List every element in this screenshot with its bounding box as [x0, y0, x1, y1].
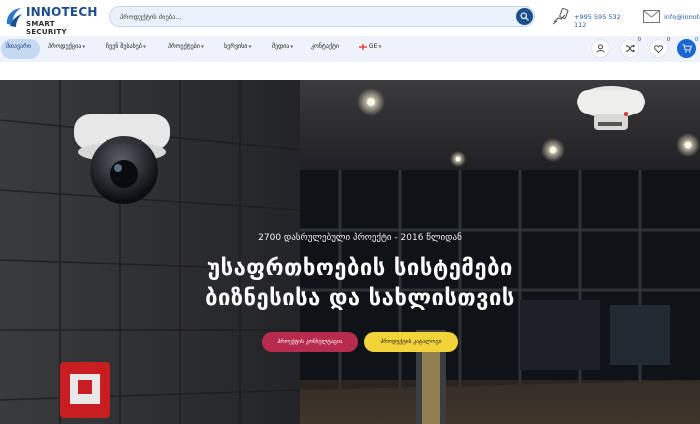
nav-item-media[interactable]: მედია▼: [272, 43, 293, 50]
consultation-button[interactable]: პროექტის კონსულტაცია: [262, 332, 358, 352]
phone-number[interactable]: +995 595 532 112: [574, 13, 632, 29]
main-nav: მთავარი პროდუქცია▼ ჩვენ შესახებ▼ პროექტე…: [0, 36, 700, 62]
logo[interactable]: INNOTECH SMART SECURITY: [4, 3, 98, 36]
search-button[interactable]: [516, 8, 533, 25]
nav-item-label: პროექტები: [168, 43, 200, 50]
nav-item-label: ჩვენ შესახებ: [106, 43, 142, 50]
heart-icon: [654, 44, 663, 53]
hero-subtitle: 2700 დასრულებული პროექტი - 2016 წლიდან: [258, 233, 462, 243]
logo-name: INNOTECH: [26, 5, 98, 19]
nav-item-label: პროდუქცია: [48, 43, 82, 50]
catalog-button[interactable]: პროდუქტის კატალოგი: [364, 332, 458, 352]
hero-banner: HIKVISION 2700 დასრულებული პროექტი - 201…: [0, 80, 700, 424]
hero-title-line1: უსაფრთხოების სისტემები: [207, 256, 513, 281]
flag-georgia-icon: [358, 43, 368, 50]
nav-item-about[interactable]: ჩვენ შესახებ▼: [106, 43, 146, 50]
email-contact[interactable]: info@innotech: [643, 8, 700, 26]
chevron-down-icon: ▼: [248, 44, 252, 49]
account-button[interactable]: [591, 39, 610, 58]
nav-item-service[interactable]: სერვისი▼: [224, 43, 251, 50]
user-icon: [596, 44, 605, 53]
search-bar: [109, 6, 535, 27]
cart-button[interactable]: 0: [677, 37, 698, 58]
compare-button[interactable]: 0: [620, 37, 641, 58]
phone-contact[interactable]: +995 595 532 112: [552, 8, 632, 29]
nav-item-products[interactable]: პროდუქცია▼: [48, 43, 85, 50]
top-header: INNOTECH SMART SECURITY +995 595 532 112…: [0, 0, 700, 36]
nav-item-label: სერვისი: [224, 43, 248, 50]
search-icon: [520, 12, 529, 21]
chevron-down-icon: ▼: [82, 44, 86, 49]
nav-item-contact[interactable]: კონტაქტი: [311, 43, 339, 50]
language-selector[interactable]: GE▼: [358, 43, 382, 50]
nav-item-label: მთავარი: [6, 43, 31, 50]
chevron-down-icon: ▼: [142, 44, 146, 49]
mail-icon: [643, 10, 660, 23]
nav-item-label: მედია: [272, 43, 290, 50]
shuffle-icon: [625, 44, 635, 53]
search-input[interactable]: [120, 10, 500, 23]
compare-count-badge: 0: [637, 37, 641, 43]
nav-item-home[interactable]: მთავარი: [1, 39, 40, 59]
cart-icon: [682, 44, 692, 53]
wishlist-button[interactable]: 0: [649, 37, 670, 58]
logo-tagline: SMART SECURITY: [26, 20, 67, 36]
camera-brand-label: HIKVISION: [106, 139, 141, 146]
chevron-down-icon: ▼: [378, 44, 382, 49]
phone-hand-icon: [552, 8, 569, 25]
cart-count-badge: 0: [694, 37, 698, 43]
email-address[interactable]: info@innotech: [664, 13, 700, 21]
chevron-down-icon: ▼: [290, 44, 294, 49]
chevron-down-icon: ▼: [200, 44, 204, 49]
hero-background-image: HIKVISION: [0, 80, 700, 424]
wishlist-count-badge: 0: [666, 37, 670, 43]
hero-title-line2: ბიზნესისა და სახლისთვის: [205, 286, 515, 311]
nav-item-projects[interactable]: პროექტები▼: [168, 43, 204, 50]
language-label: GE: [368, 43, 378, 50]
nav-item-label: კონტაქტი: [311, 43, 339, 50]
logo-swoosh-icon: [6, 8, 22, 27]
